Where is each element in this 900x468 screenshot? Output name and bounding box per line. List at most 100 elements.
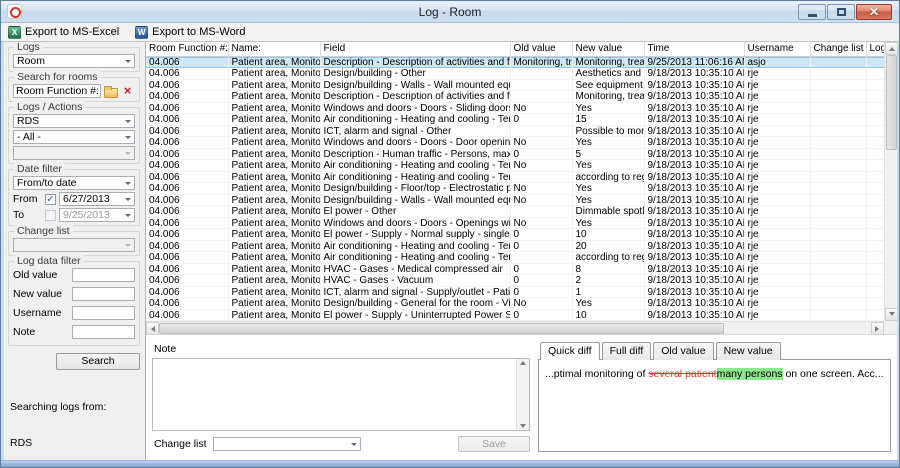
column-header[interactable]: Time	[644, 42, 744, 56]
old-value-input[interactable]	[72, 268, 135, 282]
table-cell: 04.006	[146, 149, 228, 161]
table-cell: 04.006	[146, 103, 228, 115]
table-row[interactable]: 04.006Patient area, MonitoringEl power -…	[146, 229, 884, 241]
table-cell	[866, 310, 884, 322]
table-row[interactable]: 04.006Patient area, MonitoringDesign/bui…	[146, 183, 884, 195]
table-cell: rje	[744, 149, 810, 161]
table-row[interactable]: 04.006Patient area, MonitoringDesign/bui…	[146, 195, 884, 207]
table-cell: 04.006	[146, 310, 228, 322]
column-header[interactable]: Field	[320, 42, 510, 56]
table-row[interactable]: 04.006Patient area, MonitoringWindows an…	[146, 103, 884, 115]
logs-actions-group: Logs / Actions RDS - All -	[8, 107, 140, 164]
table-row[interactable]: 04.006Patient area, MonitoringAir condit…	[146, 252, 884, 264]
table-cell	[866, 275, 884, 287]
table-row[interactable]: 04.006Patient area, MonitoringEl power -…	[146, 310, 884, 322]
save-button[interactable]: Save	[458, 436, 530, 452]
tab-quick-diff[interactable]: Quick diff	[540, 342, 600, 360]
table-cell	[510, 172, 572, 184]
note-textarea[interactable]	[153, 359, 516, 430]
scroll-down-icon[interactable]	[885, 308, 898, 321]
table-row[interactable]: 04.006Patient area, MonitoringDescriptio…	[146, 91, 884, 103]
table-cell: Description - Description of activities …	[320, 56, 510, 68]
vertical-scrollbar[interactable]	[884, 42, 897, 321]
from-checkbox[interactable]: ✓	[45, 194, 56, 205]
table-cell	[810, 195, 866, 207]
clear-search-icon[interactable]: ×	[120, 84, 135, 98]
table-row[interactable]: 04.006Patient area, MonitoringDesign/bui…	[146, 80, 884, 92]
diff-panel: Quick diff Full diff Old value New value…	[538, 341, 891, 452]
table-cell: 10	[572, 310, 644, 322]
date-filter-group-label: Date filter	[14, 163, 65, 175]
minimize-button[interactable]	[798, 4, 826, 20]
maximize-icon	[837, 8, 846, 16]
table-cell: rje	[744, 68, 810, 80]
username-input[interactable]	[72, 306, 135, 320]
new-value-input[interactable]	[72, 287, 135, 301]
table-cell: Patient area, Monitoring	[228, 241, 320, 253]
date-filter-mode-combo[interactable]: From/to date	[13, 176, 135, 190]
column-header[interactable]: Name:	[228, 42, 320, 56]
search-status: Searching logs from: RDS Restriction Roo…	[10, 377, 145, 460]
scroll-up-icon[interactable]	[520, 358, 526, 365]
window-frame-bottom	[1, 460, 899, 467]
table-row[interactable]: 04.006Patient area, MonitoringDesign/bui…	[146, 298, 884, 310]
action-combo[interactable]: - All -	[13, 130, 135, 144]
maximize-button[interactable]	[827, 4, 855, 20]
folder-icon[interactable]	[103, 84, 118, 98]
log-source-combo[interactable]: RDS	[13, 114, 135, 128]
table-cell: 0	[510, 287, 572, 299]
close-button[interactable]: ✕	[856, 4, 892, 20]
column-header[interactable]: Room Function #:	[146, 42, 228, 56]
table-row[interactable]: 04.006Patient area, MonitoringHVAC - Gas…	[146, 275, 884, 287]
table-row[interactable]: 04.006Patient area, MonitoringHVAC - Gas…	[146, 264, 884, 276]
table-row[interactable]: 04.006Patient area, MonitoringAir condit…	[146, 172, 884, 184]
table-row[interactable]: 04.006Patient area, MonitoringWindows an…	[146, 218, 884, 230]
scroll-left-icon[interactable]	[146, 322, 159, 335]
note-change-list-combo[interactable]	[213, 437, 361, 451]
vertical-scroll-thumb[interactable]	[886, 55, 897, 150]
table-row[interactable]: 04.006Patient area, MonitoringDescriptio…	[146, 56, 884, 68]
column-header[interactable]: Log	[866, 42, 884, 56]
table-row[interactable]: 04.006Patient area, MonitoringAir condit…	[146, 160, 884, 172]
log-table: Room Function #:Name:FieldOld valueNew v…	[146, 42, 884, 321]
tab-full-diff[interactable]: Full diff	[602, 342, 652, 360]
table-cell: rje	[744, 114, 810, 126]
table-row[interactable]: 04.006Patient area, MonitoringEl power -…	[146, 206, 884, 218]
horizontal-scrollbar[interactable]	[146, 321, 884, 334]
scroll-down-icon[interactable]	[520, 424, 526, 431]
table-row[interactable]: 04.006Patient area, MonitoringDesign/bui…	[146, 68, 884, 80]
table-cell: Patient area, Monitoring	[228, 218, 320, 230]
table-cell: rje	[744, 310, 810, 322]
note-scrollbar[interactable]	[516, 359, 529, 430]
table-row[interactable]: 04.006Patient area, MonitoringDescriptio…	[146, 149, 884, 161]
table-cell	[510, 68, 572, 80]
table-row[interactable]: 04.006Patient area, MonitoringAir condit…	[146, 241, 884, 253]
table-cell: rje	[744, 160, 810, 172]
column-header[interactable]: New value	[572, 42, 644, 56]
table-cell: rje	[744, 195, 810, 207]
export-word-button[interactable]: W Export to MS-Word	[132, 25, 248, 40]
note-panel: Note Change list Save	[152, 341, 530, 452]
table-row[interactable]: 04.006Patient area, MonitoringICT, alarm…	[146, 287, 884, 299]
table-cell	[866, 264, 884, 276]
table-row[interactable]: 04.006Patient area, MonitoringICT, alarm…	[146, 126, 884, 138]
search-button[interactable]: Search	[56, 353, 140, 370]
tab-old-value[interactable]: Old value	[653, 342, 713, 360]
column-header[interactable]: Username	[744, 42, 810, 56]
column-header[interactable]: Change list	[810, 42, 866, 56]
export-excel-button[interactable]: X Export to MS-Excel	[5, 25, 122, 40]
room-search-input[interactable]	[13, 84, 101, 98]
horizontal-scroll-thumb[interactable]	[159, 323, 724, 334]
table-cell: 9/18/2013 10:35:10 AM	[644, 298, 744, 310]
logs-combo[interactable]: Room	[13, 54, 135, 68]
from-date-picker[interactable]: 6/27/2013	[59, 192, 135, 206]
change-list-label: Change list	[154, 438, 207, 450]
note-input[interactable]	[72, 325, 135, 339]
table-row[interactable]: 04.006Patient area, MonitoringAir condit…	[146, 114, 884, 126]
table-row[interactable]: 04.006Patient area, MonitoringWindows an…	[146, 137, 884, 149]
to-checkbox[interactable]	[45, 210, 56, 221]
tab-new-value[interactable]: New value	[716, 342, 781, 360]
scroll-right-icon[interactable]	[871, 322, 884, 335]
column-header[interactable]: Old value	[510, 42, 572, 56]
scroll-up-icon[interactable]	[885, 42, 898, 55]
